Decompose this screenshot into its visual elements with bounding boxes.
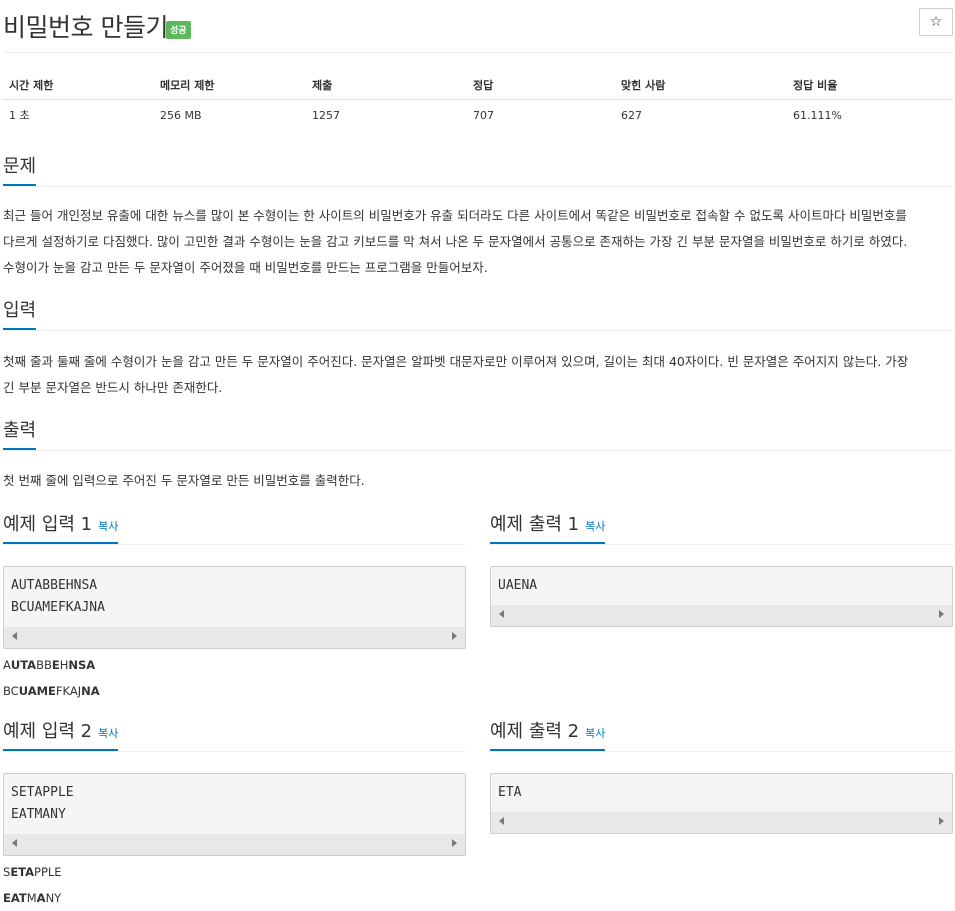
sample-output-2-text: ETA bbox=[498, 785, 522, 800]
horizontal-scrollbar[interactable] bbox=[4, 627, 465, 648]
scroll-left-icon[interactable] bbox=[499, 817, 504, 825]
info-value-time: 1 초 bbox=[9, 109, 30, 122]
plain-char: PPLE bbox=[34, 865, 62, 879]
scroll-left-icon[interactable] bbox=[12, 632, 17, 640]
info-value-accepted: 707 bbox=[473, 108, 494, 122]
problem-line: 다르게 설정하기로 다짐했다. 많이 고민한 결과 수형이는 눈을 감고 키보드… bbox=[3, 234, 908, 249]
scroll-right-icon[interactable] bbox=[452, 839, 457, 847]
horizontal-scrollbar[interactable] bbox=[491, 812, 952, 833]
problem-title: 비밀번호 만들기 bbox=[3, 13, 168, 42]
star-button[interactable]: ☆ bbox=[919, 8, 953, 36]
info-value-memory: 256 MB bbox=[160, 108, 202, 122]
sample-output-1-box[interactable]: UAENA bbox=[490, 566, 953, 627]
copy-button[interactable]: 복사 bbox=[98, 727, 118, 740]
problem-info-table: 시간 제한 메모리 제한 제출 정답 맞힌 사람 정답 비율 1 초 256 M… bbox=[3, 71, 953, 129]
sample-1-explain-line-1: AUTABBEHNSA bbox=[3, 652, 100, 678]
info-header-memory: 메모리 제한 bbox=[154, 71, 306, 100]
input-line: 긴 부분 문자열은 반드시 하나만 존재한다. bbox=[3, 380, 223, 395]
sample-1-explain-line-2: BCUAMEFKAJNA bbox=[3, 678, 100, 704]
highlighted-char: ETA bbox=[10, 865, 35, 879]
problem-header: 비밀번호 만들기 성공 ☆ bbox=[3, 4, 953, 53]
plain-char: A bbox=[3, 658, 11, 672]
sample-input-1-box[interactable]: AUTABBEHNSA BCUAMEFKAJNA bbox=[3, 566, 466, 649]
plain-char: M bbox=[26, 891, 37, 905]
info-value-ratio: 61.111% bbox=[793, 108, 842, 122]
scroll-left-icon[interactable] bbox=[12, 839, 17, 847]
copy-button[interactable]: 복사 bbox=[585, 727, 605, 740]
sample-output-1: 예제 출력 1 복사 UAENA bbox=[490, 514, 953, 627]
highlighted-char: UAME bbox=[18, 684, 56, 698]
sample-output-1-text: UAENA bbox=[498, 578, 538, 593]
horizontal-scrollbar[interactable] bbox=[4, 834, 465, 855]
sample-input-1-heading: 예제 입력 1 bbox=[3, 514, 93, 535]
highlighted-char: NSA bbox=[68, 658, 96, 672]
highlighted-char: NA bbox=[81, 684, 100, 698]
highlighted-char: A bbox=[36, 891, 46, 905]
info-value-solved: 627 bbox=[621, 108, 642, 122]
highlighted-char: UTA bbox=[10, 658, 37, 672]
problem-line: 최근 들어 개인정보 유출에 대한 뉴스를 많이 본 수형이는 한 사이트의 비… bbox=[3, 208, 907, 223]
sample-input-1-text: AUTABBEHNSA BCUAMEFKAJNA bbox=[11, 578, 105, 615]
sample-input-2-box[interactable]: SETAPPLE EATMANY bbox=[3, 773, 466, 856]
info-header-time: 시간 제한 bbox=[3, 71, 154, 100]
sample-1-explanation: AUTABBEHNSA BCUAMEFKAJNA bbox=[3, 652, 100, 704]
sample-2-explain-line-1: SETAPPLE bbox=[3, 859, 62, 885]
copy-button[interactable]: 복사 bbox=[98, 520, 118, 533]
highlighted-char: EAT bbox=[3, 891, 27, 905]
input-heading: 입력 bbox=[3, 300, 37, 330]
highlighted-char: E bbox=[51, 658, 60, 672]
status-badge: 성공 bbox=[166, 21, 191, 39]
problem-heading: 문제 bbox=[3, 156, 37, 186]
plain-char: BB bbox=[36, 658, 52, 672]
sample-input-2-text: SETAPPLE EATMANY bbox=[11, 785, 74, 822]
info-value-row: 1 초 256 MB 1257 707 627 61.111% bbox=[3, 100, 953, 130]
sample-output-2-box[interactable]: ETA bbox=[490, 773, 953, 834]
sample-2-explain-line-2: EATMANY bbox=[3, 885, 62, 911]
sample-output-2-heading: 예제 출력 2 bbox=[490, 721, 580, 742]
scroll-right-icon[interactable] bbox=[452, 632, 457, 640]
sample-input-2-heading: 예제 입력 2 bbox=[3, 721, 93, 742]
output-section: 출력 첫 번째 줄에 입력으로 주어진 두 문자열로 만든 비밀번호를 출력한다… bbox=[3, 420, 953, 494]
problem-line: 수형이가 눈을 감고 만든 두 문자열이 주어졌을 때 비밀번호를 만드는 프로… bbox=[3, 260, 488, 275]
input-description: 첫째 줄과 둘째 줄에 수형이가 눈을 감고 만든 두 문자열이 주어진다. 문… bbox=[3, 349, 953, 401]
scroll-left-icon[interactable] bbox=[499, 610, 504, 618]
scroll-right-icon[interactable] bbox=[939, 817, 944, 825]
info-header-submit: 제출 bbox=[306, 71, 467, 100]
plain-char: BC bbox=[3, 684, 19, 698]
input-line: 첫째 줄과 둘째 줄에 수형이가 눈을 감고 만든 두 문자열이 주어진다. 문… bbox=[3, 354, 909, 369]
info-header-accepted: 정답 bbox=[467, 71, 615, 100]
info-header-ratio: 정답 비율 bbox=[787, 71, 953, 100]
scroll-right-icon[interactable] bbox=[939, 610, 944, 618]
output-line: 첫 번째 줄에 입력으로 주어진 두 문자열로 만든 비밀번호를 출력한다. bbox=[3, 473, 365, 488]
input-section: 입력 첫째 줄과 둘째 줄에 수형이가 눈을 감고 만든 두 문자열이 주어진다… bbox=[3, 300, 953, 401]
info-value-submit: 1257 bbox=[312, 108, 340, 122]
problem-section: 문제 최근 들어 개인정보 유출에 대한 뉴스를 많이 본 수형이는 한 사이트… bbox=[3, 156, 953, 281]
problem-description: 최근 들어 개인정보 유출에 대한 뉴스를 많이 본 수형이는 한 사이트의 비… bbox=[3, 203, 953, 281]
info-header-row: 시간 제한 메모리 제한 제출 정답 맞힌 사람 정답 비율 bbox=[3, 71, 953, 100]
output-heading: 출력 bbox=[3, 420, 37, 450]
output-description: 첫 번째 줄에 입력으로 주어진 두 문자열로 만든 비밀번호를 출력한다. bbox=[3, 468, 953, 494]
sample-input-1: 예제 입력 1 복사 AUTABBEHNSA BCUAMEFKAJNA AUTAB… bbox=[3, 514, 466, 698]
plain-char: NY bbox=[45, 891, 62, 905]
plain-char: FKAJ bbox=[55, 684, 82, 698]
horizontal-scrollbar[interactable] bbox=[491, 605, 952, 626]
sample-output-2: 예제 출력 2 복사 ETA bbox=[490, 721, 953, 834]
copy-button[interactable]: 복사 bbox=[585, 520, 605, 533]
info-header-solved: 맞힌 사람 bbox=[615, 71, 787, 100]
sample-output-1-heading: 예제 출력 1 bbox=[490, 514, 580, 535]
sample-input-2: 예제 입력 2 복사 SETAPPLE EATMANY SETAPPLE EATM… bbox=[3, 721, 466, 905]
sample-2-explanation: SETAPPLE EATMANY bbox=[3, 859, 62, 911]
